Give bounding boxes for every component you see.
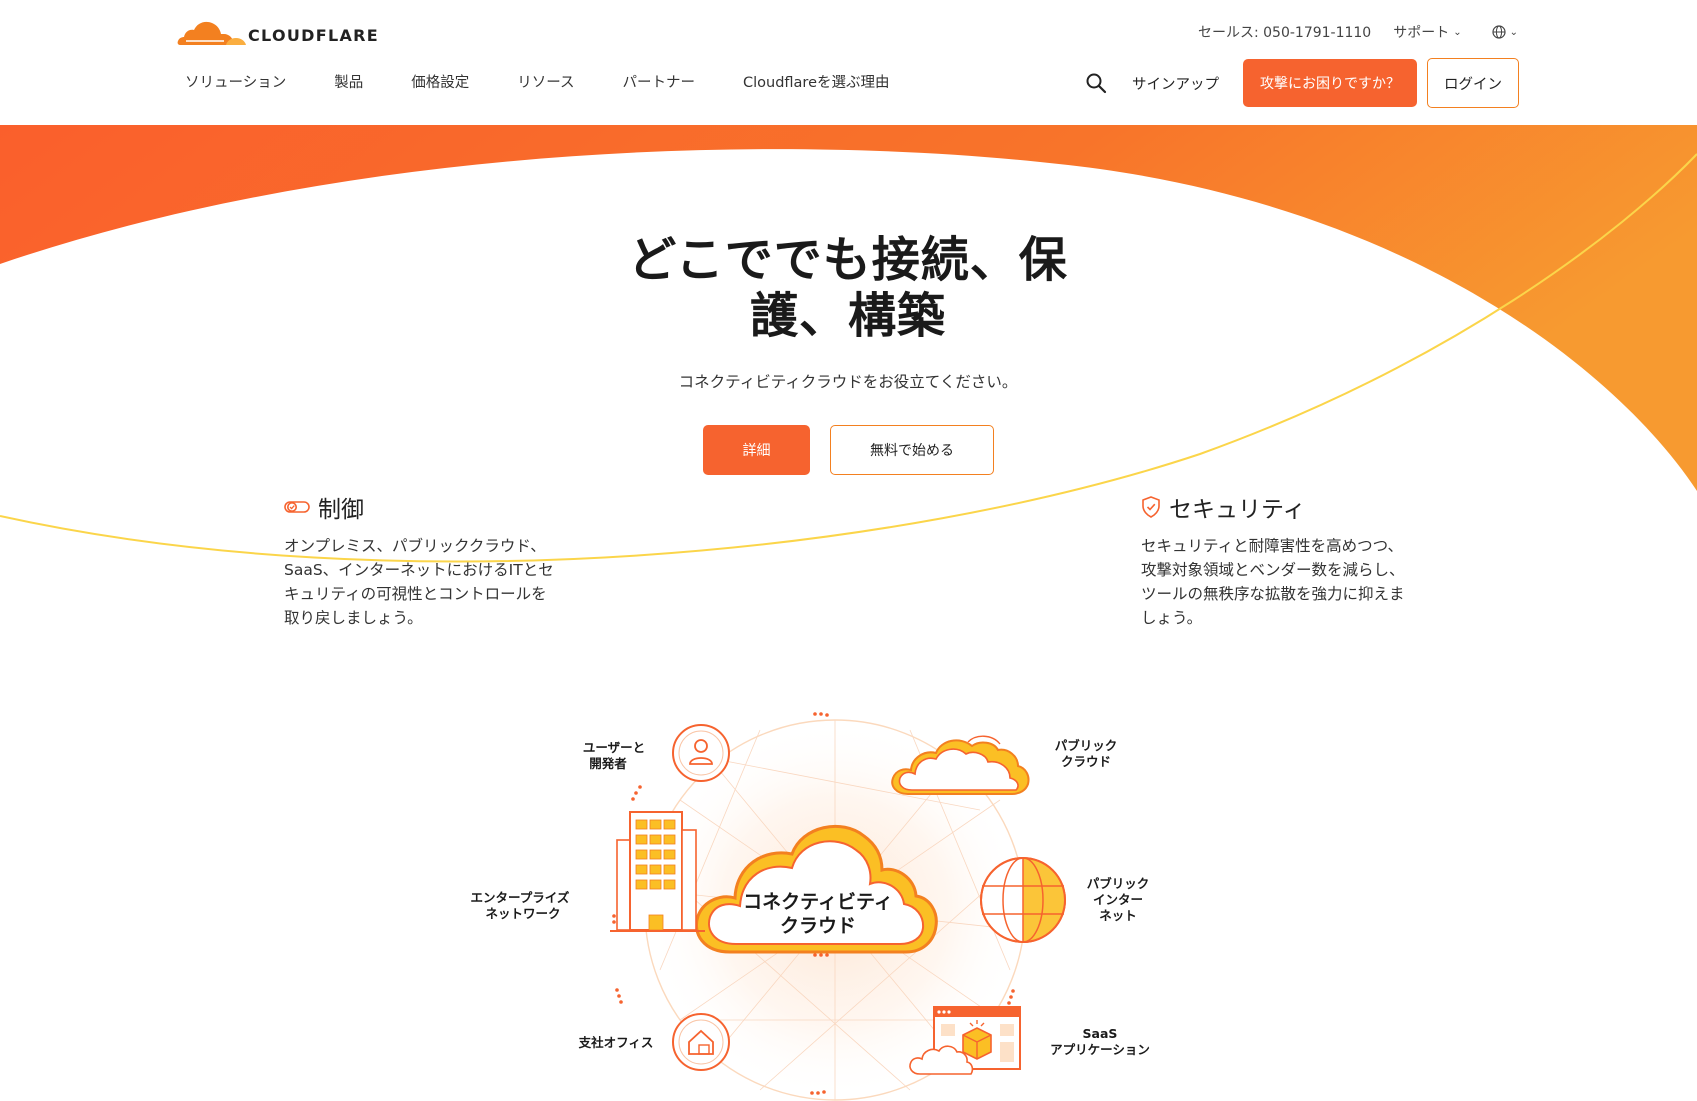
site-header: CLOUDFLARE セールス: 050-1791-1110 サポート ⌄ ⌄ … <box>0 0 1697 125</box>
center-label-line-1: コネクティビティ <box>743 891 893 913</box>
search-button[interactable] <box>1082 69 1110 97</box>
saas-node: SaaS アプリケーション <box>909 1006 1150 1075</box>
feature-control-heading: 制御 <box>284 490 574 524</box>
users-label-line-1: ユーザーと <box>583 740 645 755</box>
feature-security-title: セキュリティ <box>1169 497 1306 523</box>
branch-office-node: 支社オフィス <box>578 1013 730 1071</box>
feature-security-line: ツールの無秩序な拡散を強力に抑えま <box>1141 585 1405 603</box>
language-selector[interactable]: ⌄ <box>1492 25 1518 39</box>
enterprise-label-line-1: エンタープライズ <box>471 890 570 905</box>
public-internet-label-line-3: ネット <box>1099 908 1137 923</box>
feature-security-line: しょう。 <box>1141 609 1203 627</box>
public-internet-label-line-1: パブリック <box>1087 876 1150 891</box>
hero-title-line-2: 護、構築 <box>749 288 946 344</box>
utility-bar: セールス: 050-1791-1110 サポート ⌄ ⌄ <box>1198 22 1518 42</box>
feature-control-line: オンプレミス、パブリッククラウド、 <box>284 537 546 555</box>
under-attack-button[interactable]: 攻撃にお困りですか？ <box>1243 59 1417 107</box>
nav-item-resources[interactable]: リソース <box>517 71 574 92</box>
nav-item-pricing[interactable]: 価格設定 <box>411 71 469 92</box>
building-icon <box>610 811 705 932</box>
feature-control-line: SaaS、インターネットにおけるITとセ <box>284 561 554 579</box>
enterprise-node: エンタープライズ ネットワーク <box>471 811 705 932</box>
feature-control-title: 制御 <box>318 497 364 523</box>
chevron-down-icon: ⌄ <box>1453 26 1462 38</box>
start-free-button[interactable]: 無料で始める <box>830 425 994 475</box>
center-label-line-2: クラウド <box>780 915 856 937</box>
nav-item-why-cloudflare[interactable]: Cloudflareを選ぶ理由 <box>743 71 890 92</box>
nav-item-partners[interactable]: パートナー <box>623 71 696 92</box>
public-internet-label-line-2: インター <box>1093 892 1143 907</box>
login-button[interactable]: ログイン <box>1427 58 1519 108</box>
chevron-down-icon: ⌄ <box>1509 26 1518 38</box>
hero-subtitle: コネクティビティクラウドをお役立てください。 <box>678 373 1018 391</box>
hero-title: どこででも接続、保 護、構築 <box>598 232 1098 344</box>
support-label: サポート <box>1393 25 1450 41</box>
saas-label-line-1: SaaS <box>1083 1026 1118 1041</box>
logo-wordmark: CLOUDFLARE <box>248 26 379 45</box>
nav-item-solutions[interactable]: ソリューション <box>185 71 286 92</box>
feature-control: 制御 オンプレミス、パブリッククラウド、 SaaS、インターネットにおけるITと… <box>284 490 574 630</box>
feature-control-line: 取り戻しましょう。 <box>284 609 423 627</box>
connectivity-diagram: コネクティビティ クラウド ユーザーと 開発者 パブリック クラウド エンタープ… <box>460 690 1180 1101</box>
public-cloud-label-line-1: パブリック <box>1055 738 1118 753</box>
saas-label-line-2: アプリケーション <box>1050 1042 1150 1057</box>
feature-control-text: オンプレミス、パブリッククラウド、 SaaS、インターネットにおけるITとセ キ… <box>284 534 574 630</box>
feature-security: セキュリティ セキュリティと耐障害性を高めつつ、 攻撃対象領域とベンダー数を減ら… <box>1141 490 1431 630</box>
branch-office-label: 支社オフィス <box>578 1035 654 1050</box>
main-nav: ソリューション 製品 価格設定 リソース パートナー Cloudflareを選ぶ… <box>185 71 938 92</box>
feature-security-text: セキュリティと耐障害性を高めつつ、 攻撃対象領域とベンダー数を減らし、 ツールの… <box>1141 534 1431 630</box>
connectivity-diagram-svg: コネクティビティ クラウド ユーザーと 開発者 パブリック クラウド エンタープ… <box>471 712 1150 1101</box>
feature-security-line: セキュリティと耐障害性を高めつつ、 <box>1141 537 1403 555</box>
users-label-line-2: 開発者 <box>589 756 627 771</box>
signup-link[interactable]: サインアップ <box>1132 73 1219 94</box>
cloudflare-logo[interactable]: CLOUDFLARE <box>176 14 386 48</box>
sales-phone[interactable]: セールス: 050-1791-1110 <box>1198 22 1371 42</box>
cloudflare-logo-icon <box>177 21 246 45</box>
users-node: ユーザーと 開発者 <box>583 724 730 782</box>
globe-icon <box>1492 25 1506 39</box>
toggle-icon <box>284 501 310 513</box>
shield-icon <box>1142 496 1160 518</box>
learn-more-button[interactable]: 詳細 <box>703 425 810 475</box>
hero-section: どこででも接続、保 護、構築 コネクティビティクラウドをお役立てください。 詳細… <box>0 0 1697 1101</box>
search-icon <box>1086 73 1107 94</box>
public-cloud-label-line-2: クラウド <box>1061 754 1111 769</box>
enterprise-label-line-2: ネットワーク <box>485 906 560 921</box>
globe-sphere-icon <box>980 857 1066 943</box>
support-menu[interactable]: サポート ⌄ <box>1393 22 1461 42</box>
header-actions: サインアップ 攻撃にお困りですか？ ログイン <box>1082 58 1519 108</box>
feature-security-heading: セキュリティ <box>1141 490 1431 524</box>
hero-title-line-1: どこででも接続、保 <box>628 232 1068 288</box>
feature-control-line: キュリティの可視性とコントロールを <box>284 585 547 603</box>
feature-security-line: 攻撃対象領域とベンダー数を減らし、 <box>1141 561 1405 579</box>
nav-item-products[interactable]: 製品 <box>334 71 363 92</box>
public-internet-node: パブリック インター ネット <box>980 857 1150 943</box>
